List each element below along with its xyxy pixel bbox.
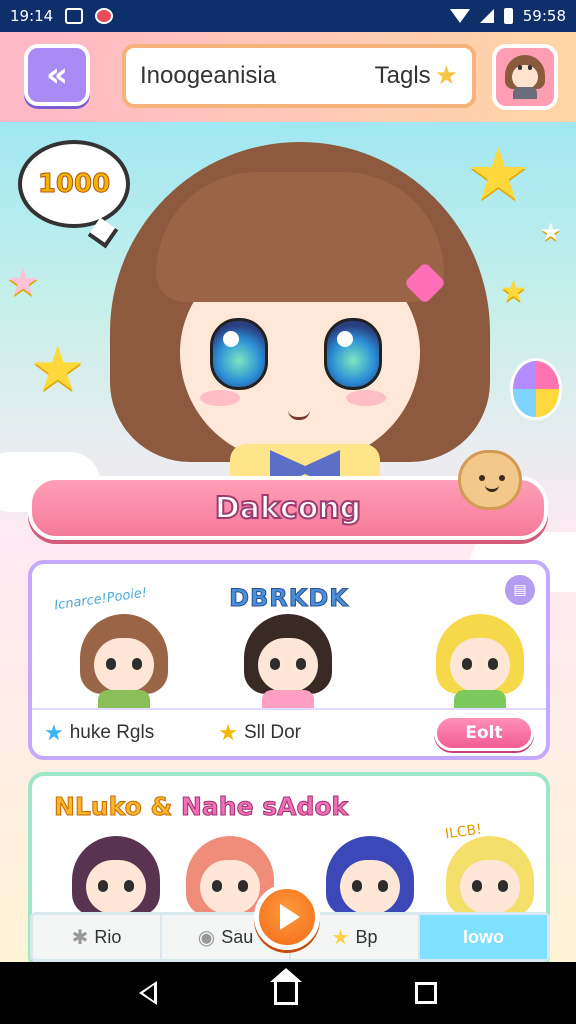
chibi-character[interactable] [240, 614, 336, 710]
title-box[interactable]: Inoogeanisia Tagls ★ [122, 44, 476, 108]
chibi-character[interactable] [432, 614, 528, 710]
nav-label: Rio [94, 926, 122, 947]
back-icon[interactable] [138, 981, 157, 1005]
tag-item[interactable]: ★ Sll Dor [218, 720, 301, 746]
nav-label: Iowo [463, 926, 504, 947]
tags-label: Tagls [374, 62, 431, 89]
chat-icon: ◉ [197, 926, 216, 949]
star-icon: ★ [6, 260, 41, 304]
star-icon: ★ [218, 720, 238, 745]
edit-button[interactable]: Eolt [434, 715, 534, 751]
card-heading: DBRKDK [229, 584, 349, 613]
double-chevron-left-icon: « [46, 55, 68, 95]
mascot-icon [458, 450, 522, 510]
tag-item[interactable]: ★ huke Rgls [44, 720, 154, 746]
nav-item-iowo[interactable]: Iowo [420, 915, 547, 959]
star-icon: ★ [540, 218, 562, 246]
star-icon: ★ [331, 926, 350, 949]
wifi-icon [449, 9, 470, 23]
camera-icon [65, 8, 84, 24]
top-bar: « Inoogeanisia Tagls ★ [0, 32, 576, 122]
tag-label: huke Rgls [69, 722, 155, 743]
page-title: Inoogeanisia [140, 62, 277, 89]
back-button[interactable]: « [24, 44, 90, 106]
signal-icon [479, 9, 494, 23]
character-name: Dakcong [214, 490, 362, 527]
star-icon: ★ [30, 332, 86, 405]
status-time: 19:14 [10, 7, 54, 25]
battery-icon [503, 8, 513, 24]
puzzle-icon: ✱ [71, 926, 89, 949]
coin-count: 1000 [37, 169, 111, 200]
status-clock: 59:58 [522, 7, 566, 25]
tag-label: Sll Dor [243, 722, 301, 743]
notification-icon [95, 8, 114, 24]
balloon-icon [510, 358, 562, 420]
grid-icon: ▤ [513, 582, 527, 598]
chibi-character[interactable] [76, 614, 172, 710]
play-icon [280, 904, 300, 930]
status-bar: 19:14 59:58 [0, 0, 576, 32]
nav-item-rio[interactable]: ✱ Rio [33, 915, 162, 959]
play-button[interactable] [254, 884, 320, 950]
card-tag-bar: ★ huke Rgls ★ Sll Dor Eolt [32, 708, 546, 756]
menu-button[interactable]: ▤ [502, 572, 538, 608]
system-nav-bar [0, 962, 576, 1024]
nav-label: Sau [221, 926, 254, 947]
character-portrait[interactable] [110, 132, 490, 504]
star-icon: ★ [500, 274, 527, 309]
card-heading: NLuko & Nahe sAdok [54, 792, 349, 822]
game-screen: « Inoogeanisia Tagls ★ ★ ★ ★ ★ ★ 1000 Da… [0, 32, 576, 962]
nav-label: Bp [355, 926, 378, 947]
star-icon: ★ [44, 720, 64, 745]
recent-apps-icon[interactable] [415, 982, 438, 1004]
card-heading-part: NLuko & [54, 792, 181, 822]
card-heading-part: Nahe sAdok [180, 792, 349, 822]
character-card[interactable]: Icnarce!Pooie! DBRKDK ▤ ★ huke Rgls ★ Sl… [28, 560, 550, 760]
home-icon[interactable] [269, 968, 302, 1005]
avatar [505, 55, 545, 99]
star-icon: ★ [434, 61, 458, 91]
profile-button[interactable] [492, 44, 558, 110]
